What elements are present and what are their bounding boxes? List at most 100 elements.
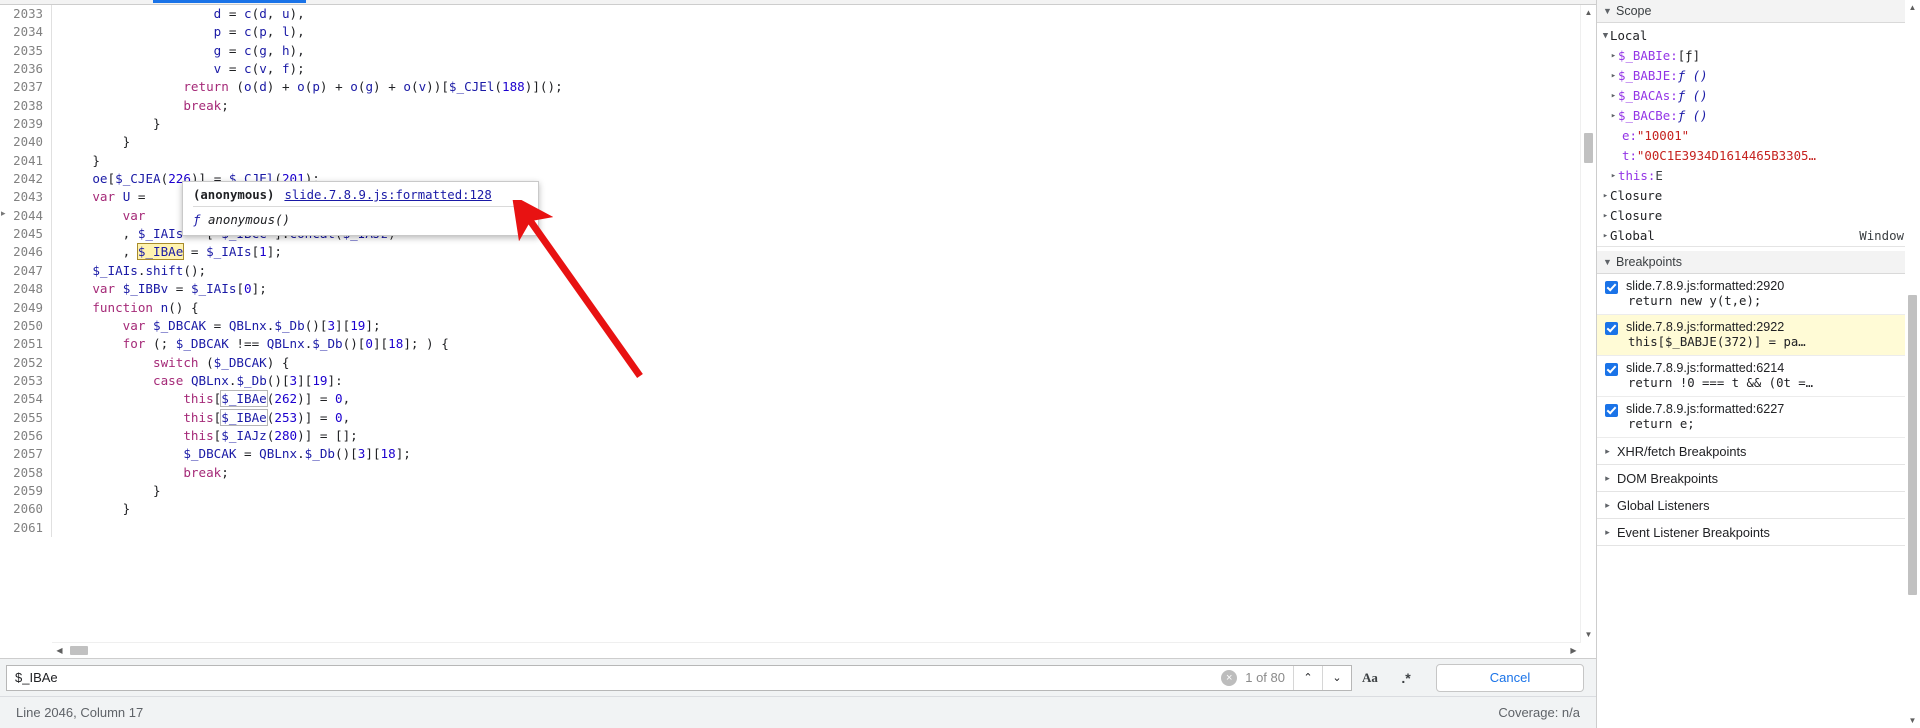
breakpoint-location[interactable]: slide.7.8.9.js:formatted:6227 — [1626, 402, 1784, 416]
sidebar-collapsed-section[interactable]: ▸ Event Listener Breakpoints — [1597, 519, 1920, 546]
line-number[interactable]: 2048 — [0, 280, 52, 299]
chevron-right-icon[interactable]: ▸ — [1609, 86, 1618, 106]
line-number[interactable]: 2049 — [0, 298, 52, 317]
breakpoint-location[interactable]: slide.7.8.9.js:formatted:2920 — [1626, 279, 1784, 293]
code-line[interactable]: 2048 var $_IBBv = $_IAIs[0]; — [0, 280, 1596, 299]
code-line[interactable]: 2051 for (; $_DBCAK !== QBLnx.$_Db()[0][… — [0, 335, 1596, 354]
code-line[interactable]: 2047 $_IAIs.shift(); — [0, 261, 1596, 281]
code-line[interactable]: 2039 } — [0, 115, 1596, 134]
code-line[interactable]: 2055 this[$_IBAe(253)] = 0, — [0, 408, 1596, 427]
code-line-text[interactable]: p = c(p, l), — [52, 23, 1596, 41]
line-number[interactable]: 2043 — [0, 188, 52, 207]
breakpoint-checkbox[interactable] — [1605, 404, 1618, 417]
code-line[interactable]: 2050 var $_DBCAK = QBLnx.$_Db()[3][19]; — [0, 316, 1596, 336]
code-line[interactable]: 2040 } — [0, 133, 1596, 152]
code-line[interactable]: 2056 this[$_IAJz(280)] = []; — [0, 426, 1596, 446]
code-line[interactable]: 2041 } — [0, 151, 1596, 171]
breakpoint-location[interactable]: slide.7.8.9.js:formatted:2922 — [1626, 320, 1806, 334]
scope-variable-row[interactable]: ▸ this: E — [1597, 166, 1920, 186]
breakpoint-item[interactable]: slide.7.8.9.js:formatted:2920 return new … — [1597, 274, 1920, 315]
chevron-right-icon[interactable]: ▸ — [1601, 226, 1610, 246]
chevron-right-icon[interactable]: ▸ — [1603, 446, 1612, 457]
line-number[interactable]: 2060 — [0, 500, 52, 519]
breakpoint-location[interactable]: slide.7.8.9.js:formatted:6214 — [1626, 361, 1813, 375]
line-number[interactable]: 2036 — [0, 60, 52, 79]
line-number[interactable]: 2061 — [0, 518, 52, 537]
line-number[interactable]: 2056 — [0, 426, 52, 446]
code-line[interactable]: 2053 case QBLnx.$_Db()[3][19]: — [0, 371, 1596, 391]
line-number[interactable]: 2046 — [0, 243, 52, 262]
line-number[interactable]: 2047 — [0, 261, 52, 281]
regex-button[interactable]: .* — [1388, 670, 1424, 686]
popover-source-link[interactable]: slide.7.8.9.js:formatted:128 — [284, 188, 491, 202]
scroll-right-icon[interactable]: ▶ — [1566, 643, 1581, 658]
breakpoint-checkbox[interactable] — [1605, 281, 1618, 294]
scope-section-header[interactable]: ▼ Scope — [1597, 0, 1920, 23]
chevron-right-icon[interactable]: ▸ — [1603, 500, 1612, 511]
line-number[interactable]: 2044 — [0, 206, 52, 226]
code-line-text[interactable]: this[$_IBAe(262)] = 0, — [52, 390, 1596, 408]
code-editor[interactable]: 2033 d = c(d, u), 2034 p = c(p, l), 2035 g… — [0, 5, 1596, 658]
chevron-right-icon[interactable]: ▸ — [1603, 527, 1612, 538]
code-line-text[interactable]: break; — [52, 464, 1596, 482]
code-line[interactable]: 2033 d = c(d, u), — [0, 5, 1596, 24]
line-number[interactable]: 2041 — [0, 151, 52, 171]
scroll-left-icon[interactable]: ◀ — [52, 643, 67, 658]
code-line-text[interactable]: } — [52, 115, 1596, 133]
line-number[interactable]: 2042 — [0, 170, 52, 189]
next-match-button[interactable]: ⌄ — [1322, 665, 1351, 690]
code-line[interactable]: 2037 return (o(d) + o(p) + o(g) + o(v))[… — [0, 78, 1596, 97]
breakpoint-checkbox[interactable] — [1605, 363, 1618, 376]
scope-local-group[interactable]: ▼ Local — [1597, 26, 1920, 46]
line-number[interactable]: 2059 — [0, 481, 52, 501]
line-number[interactable]: 2054 — [0, 390, 52, 409]
editor-vertical-scrollbar[interactable]: ▲ ▼ — [1580, 5, 1596, 642]
breakpoint-item[interactable]: slide.7.8.9.js:formatted:6227 return e; — [1597, 397, 1920, 438]
code-line-text[interactable]: $_IAIs.shift(); — [52, 262, 1596, 280]
code-line-text[interactable]: switch ($_DBCAK) { — [52, 354, 1596, 372]
scope-variable-row[interactable]: ▸ $_BACAs: ƒ () — [1597, 86, 1920, 106]
code-line-text[interactable]: } — [52, 152, 1596, 170]
line-number[interactable]: 2033 — [0, 5, 52, 24]
editor-horizontal-scrollbar[interactable]: ◀ ▶ — [52, 642, 1581, 658]
code-line-text[interactable]: $_DBCAK = QBLnx.$_Db()[3][18]; — [52, 445, 1596, 463]
sidebar-collapsed-section[interactable]: ▸ DOM Breakpoints — [1597, 465, 1920, 492]
code-line[interactable]: 2034 p = c(p, l), — [0, 23, 1596, 42]
scope-tree[interactable]: ▼ Local ▸ $_BABIe: [ƒ] ▸ $_BABJE: ƒ () ▸ $_BA… — [1597, 23, 1920, 251]
line-number[interactable]: 2037 — [0, 78, 52, 97]
breakpoints-section-header[interactable]: ▼ Breakpoints — [1597, 251, 1920, 274]
scope-variable-list[interactable]: ▸ $_BABIe: [ƒ] ▸ $_BABJE: ƒ () ▸ $_BACAs: ƒ (… — [1597, 46, 1920, 186]
code-line-text[interactable]: , $_IBAe = $_IAIs[1]; — [52, 243, 1596, 261]
collapsed-section-list[interactable]: ▸ XHR/fetch Breakpoints ▸ DOM Breakpoints ▸ G… — [1597, 438, 1920, 546]
pane-collapse-arrow-icon[interactable]: ▸ — [1, 208, 6, 219]
code-line[interactable]: 2036 v = c(v, f); — [0, 60, 1596, 79]
code-line-text[interactable]: for (; $_DBCAK !== QBLnx.$_Db()[0][18]; … — [52, 335, 1596, 353]
horizontal-scroll-thumb[interactable] — [70, 646, 88, 655]
code-line-text[interactable]: this[$_IAJz(280)] = []; — [52, 427, 1596, 445]
code-line-text[interactable]: var $_IBBv = $_IAIs[0]; — [52, 280, 1596, 298]
cancel-button[interactable]: Cancel — [1436, 663, 1584, 692]
scope-group-row[interactable]: ▸ Global Window — [1597, 226, 1920, 247]
code-line[interactable]: 2054 this[$_IBAe(262)] = 0, — [0, 390, 1596, 409]
code-line-text[interactable]: function n() { — [52, 299, 1596, 317]
chevron-right-icon[interactable]: ▸ — [1601, 186, 1610, 206]
code-line-text[interactable] — [52, 519, 1596, 537]
chevron-right-icon[interactable]: ▸ — [1609, 166, 1618, 186]
scroll-down-icon[interactable]: ▼ — [1581, 627, 1596, 642]
code-line-text[interactable]: var $_DBCAK = QBLnx.$_Db()[3][19]; — [52, 317, 1596, 335]
breakpoint-list[interactable]: slide.7.8.9.js:formatted:2920 return new … — [1597, 274, 1920, 438]
scope-variable-row[interactable]: ▸ $_BABJE: ƒ () — [1597, 66, 1920, 86]
line-number[interactable]: 2057 — [0, 445, 52, 464]
chevron-right-icon[interactable]: ▸ — [1601, 206, 1610, 226]
code-line[interactable]: 2035 g = c(g, h), — [0, 41, 1596, 61]
chevron-right-icon[interactable]: ▸ — [1603, 473, 1612, 484]
scope-variable-row[interactable]: t: "00C1E3934D1614465B3305… — [1597, 146, 1920, 166]
code-line-text[interactable]: v = c(v, f); — [52, 60, 1596, 78]
breakpoint-item[interactable]: slide.7.8.9.js:formatted:6214 return !0 =… — [1597, 356, 1920, 397]
line-number[interactable]: 2052 — [0, 353, 52, 372]
code-line-text[interactable]: } — [52, 482, 1596, 500]
code-line-text[interactable]: } — [52, 500, 1596, 518]
line-number[interactable]: 2055 — [0, 408, 52, 427]
clear-search-icon[interactable]: × — [1221, 669, 1238, 686]
line-number[interactable]: 2040 — [0, 133, 52, 152]
